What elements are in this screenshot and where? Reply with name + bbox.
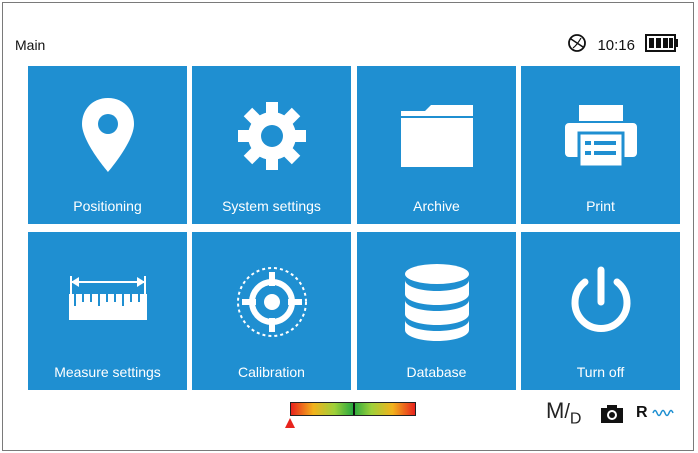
database-tile[interactable]: Database (357, 232, 516, 390)
meter-center-line (353, 403, 355, 415)
bottom-status-bar: M/D R (0, 396, 698, 446)
calibration-tile[interactable]: Calibration (192, 232, 351, 390)
positioning-tile[interactable]: Positioning (28, 66, 187, 224)
no-signal-icon (567, 33, 587, 58)
tile-label: Print (586, 198, 615, 214)
wave-icon (652, 409, 674, 416)
tile-label: Turn off (576, 364, 625, 380)
menu-grid: Positioning System settings Archive Prin… (28, 66, 689, 390)
battery-icon (645, 34, 679, 57)
status-bar: 10:16 (567, 33, 679, 58)
printer-icon (521, 86, 680, 186)
print-tile[interactable]: Print (521, 66, 680, 224)
folder-icon (357, 86, 516, 186)
meter-pointer-icon (285, 418, 295, 428)
clock: 10:16 (597, 37, 635, 54)
camera-icon[interactable] (600, 404, 624, 429)
database-icon (357, 252, 516, 352)
range-indicator[interactable]: R (636, 404, 676, 422)
mode-m: M (546, 398, 565, 423)
tile-label: Positioning (73, 198, 142, 214)
turn-off-tile[interactable]: Turn off (521, 232, 680, 390)
page-title: Main (15, 37, 46, 53)
mode-d: D (569, 410, 582, 428)
measure-settings-tile[interactable]: Measure settings (28, 232, 187, 390)
tile-label: Database (406, 364, 467, 380)
location-pin-icon (28, 86, 187, 186)
range-label: R (636, 404, 648, 421)
md-mode-indicator[interactable]: M/D (546, 398, 581, 428)
level-meter (290, 402, 416, 416)
tile-label: Calibration (238, 364, 305, 380)
target-icon (192, 252, 351, 352)
archive-tile[interactable]: Archive (357, 66, 516, 224)
ruler-icon (28, 252, 187, 352)
tile-label: Measure settings (54, 364, 161, 380)
system-settings-tile[interactable]: System settings (192, 66, 351, 224)
gear-icon (192, 86, 351, 186)
tile-label: System settings (222, 198, 321, 214)
tile-label: Archive (413, 198, 460, 214)
power-icon (521, 252, 680, 352)
